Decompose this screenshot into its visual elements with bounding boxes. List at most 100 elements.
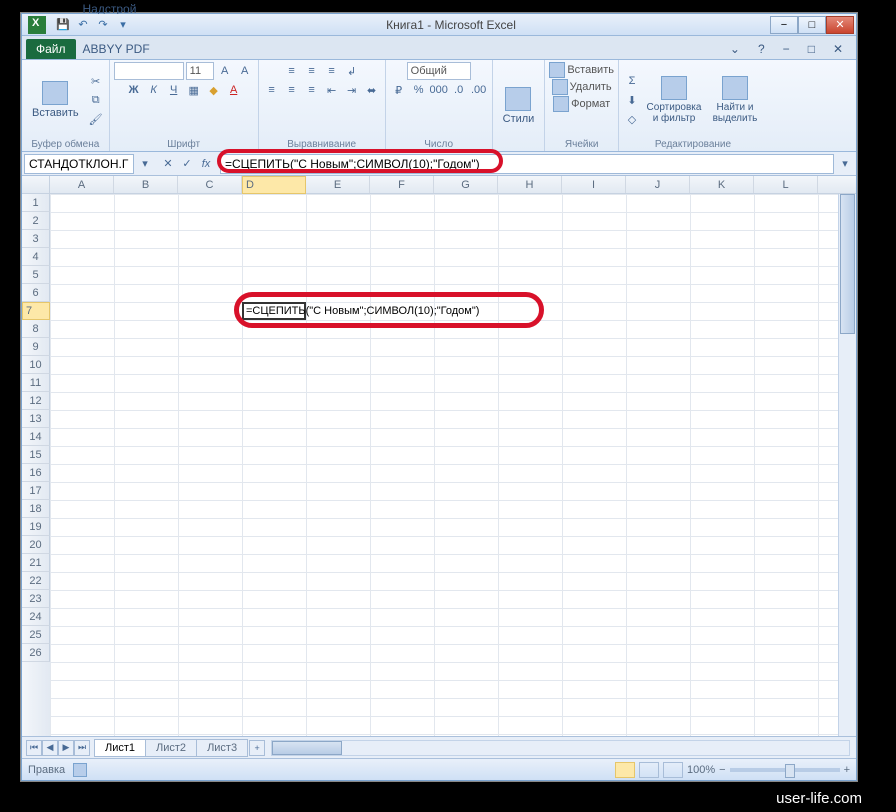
row-header-8[interactable]: 8 xyxy=(22,320,50,338)
row-header-12[interactable]: 12 xyxy=(22,392,50,410)
column-header-B[interactable]: B xyxy=(114,176,178,193)
column-header-G[interactable]: G xyxy=(434,176,498,193)
hscroll-thumb[interactable] xyxy=(272,741,342,755)
sort-filter-button[interactable]: Сортировка и фильтр xyxy=(643,74,705,126)
vertical-scrollbar[interactable] xyxy=(838,194,856,736)
zoom-slider[interactable] xyxy=(730,768,840,772)
format-cells-button[interactable]: Формат xyxy=(571,98,610,110)
row-header-10[interactable]: 10 xyxy=(22,356,50,374)
row-header-18[interactable]: 18 xyxy=(22,500,50,518)
align-right-icon[interactable]: ≡ xyxy=(303,81,321,99)
delete-cells-button[interactable]: Удалить xyxy=(570,81,612,93)
subwin-close-btn[interactable]: ✕ xyxy=(826,39,850,59)
merge-icon[interactable]: ⬌ xyxy=(363,81,381,99)
currency-icon[interactable]: ₽ xyxy=(390,81,408,99)
row-header-2[interactable]: 2 xyxy=(22,212,50,230)
insert-cells-button[interactable]: Вставить xyxy=(567,64,614,76)
row-header-15[interactable]: 15 xyxy=(22,446,50,464)
view-pagebreak-button[interactable] xyxy=(663,762,683,778)
column-header-L[interactable]: L xyxy=(754,176,818,193)
align-mid-icon[interactable]: ≡ xyxy=(303,62,321,80)
row-header-17[interactable]: 17 xyxy=(22,482,50,500)
dec-dec-icon[interactable]: .00 xyxy=(470,81,488,99)
sheet-tab-Лист2[interactable]: Лист2 xyxy=(145,739,197,757)
row-header-1[interactable]: 1 xyxy=(22,194,50,212)
maximize-button[interactable]: □ xyxy=(798,16,826,34)
column-header-D[interactable]: D xyxy=(242,176,306,194)
row-header-5[interactable]: 5 xyxy=(22,266,50,284)
bold-button[interactable]: Ж xyxy=(125,81,143,99)
column-header-E[interactable]: E xyxy=(306,176,370,193)
autosum-icon[interactable]: Σ xyxy=(623,72,641,90)
styles-button[interactable]: Стили xyxy=(497,85,541,127)
redo-button[interactable]: ↷ xyxy=(94,16,112,34)
horizontal-scrollbar[interactable] xyxy=(271,740,850,756)
column-header-J[interactable]: J xyxy=(626,176,690,193)
align-left-icon[interactable]: ≡ xyxy=(263,81,281,99)
cut-icon[interactable]: ✂ xyxy=(87,72,105,90)
font-color-icon[interactable]: A xyxy=(225,81,243,99)
name-box[interactable]: СТАНДОТКЛОН.Г xyxy=(24,154,134,174)
select-all-corner[interactable] xyxy=(22,176,50,193)
column-header-H[interactable]: H xyxy=(498,176,562,193)
align-center-icon[interactable]: ≡ xyxy=(283,81,301,99)
column-header-A[interactable]: A xyxy=(50,176,114,193)
align-bot-icon[interactable]: ≡ xyxy=(323,62,341,80)
sheet-nav-prev[interactable]: ◀ xyxy=(42,740,58,756)
row-header-9[interactable]: 9 xyxy=(22,338,50,356)
grow-font-icon[interactable]: A xyxy=(216,62,234,80)
row-header-19[interactable]: 19 xyxy=(22,518,50,536)
row-header-22[interactable]: 22 xyxy=(22,572,50,590)
close-button[interactable]: ✕ xyxy=(826,16,854,34)
row-header-14[interactable]: 14 xyxy=(22,428,50,446)
undo-button[interactable]: ↶ xyxy=(74,16,92,34)
row-header-7[interactable]: 7 xyxy=(22,302,50,320)
border-icon[interactable]: ▦ xyxy=(185,81,203,99)
copy-icon[interactable]: ⧉ xyxy=(87,91,105,109)
view-normal-button[interactable] xyxy=(615,762,635,778)
cells-area[interactable]: =СЦЕПИТЬ("С Новым";СИМВОЛ(10);"Годом") xyxy=(50,194,838,736)
help-icon[interactable]: ? xyxy=(751,39,772,59)
align-top-icon[interactable]: ≡ xyxy=(283,62,301,80)
zoom-in-button[interactable]: + xyxy=(844,764,850,776)
fill-color-icon[interactable]: ◆ xyxy=(205,81,223,99)
file-tab[interactable]: Файл xyxy=(26,39,76,59)
format-painter-icon[interactable]: 🖌 xyxy=(87,110,105,128)
row-header-11[interactable]: 11 xyxy=(22,374,50,392)
row-header-25[interactable]: 25 xyxy=(22,626,50,644)
row-header-3[interactable]: 3 xyxy=(22,230,50,248)
cancel-formula-button[interactable]: ✕ xyxy=(159,155,177,173)
sheet-nav-first[interactable]: ⏮ xyxy=(26,740,42,756)
row-header-24[interactable]: 24 xyxy=(22,608,50,626)
expand-formula-bar-icon[interactable]: ▾ xyxy=(836,155,854,173)
row-header-4[interactable]: 4 xyxy=(22,248,50,266)
number-format-select[interactable]: Общий xyxy=(407,62,471,80)
record-macro-icon[interactable] xyxy=(73,763,87,777)
indent-dec-icon[interactable]: ⇤ xyxy=(323,81,341,99)
column-header-K[interactable]: K xyxy=(690,176,754,193)
row-header-6[interactable]: 6 xyxy=(22,284,50,302)
row-header-21[interactable]: 21 xyxy=(22,554,50,572)
add-sheet-button[interactable]: + xyxy=(249,740,265,756)
italic-button[interactable]: К xyxy=(145,81,163,99)
wrap-icon[interactable]: ↲ xyxy=(343,62,361,80)
sheet-nav-last[interactable]: ⏭ xyxy=(74,740,90,756)
row-header-13[interactable]: 13 xyxy=(22,410,50,428)
comma-icon[interactable]: 000 xyxy=(430,81,448,99)
sheet-nav-next[interactable]: ▶ xyxy=(58,740,74,756)
shrink-font-icon[interactable]: A xyxy=(236,62,254,80)
view-pagelayout-button[interactable] xyxy=(639,762,659,778)
subwin-restore-btn[interactable]: □ xyxy=(801,39,822,59)
paste-button[interactable]: Вставить xyxy=(26,79,85,121)
active-cell-D7[interactable]: =СЦЕПИТЬ("С Новым";СИМВОЛ(10);"Годом") xyxy=(242,302,306,320)
namebox-dropdown-icon[interactable]: ▾ xyxy=(136,155,154,173)
subwin-min-btn[interactable]: − xyxy=(776,39,797,59)
zoom-out-button[interactable]: − xyxy=(719,764,725,776)
fill-icon[interactable]: ⬇ xyxy=(623,91,641,109)
row-header-23[interactable]: 23 xyxy=(22,590,50,608)
tab-abbyy pdf[interactable]: ABBYY PDF xyxy=(76,39,157,59)
row-header-26[interactable]: 26 xyxy=(22,644,50,662)
find-select-button[interactable]: Найти и выделить xyxy=(707,74,763,126)
column-header-F[interactable]: F xyxy=(370,176,434,193)
save-button[interactable]: 💾 xyxy=(54,16,72,34)
